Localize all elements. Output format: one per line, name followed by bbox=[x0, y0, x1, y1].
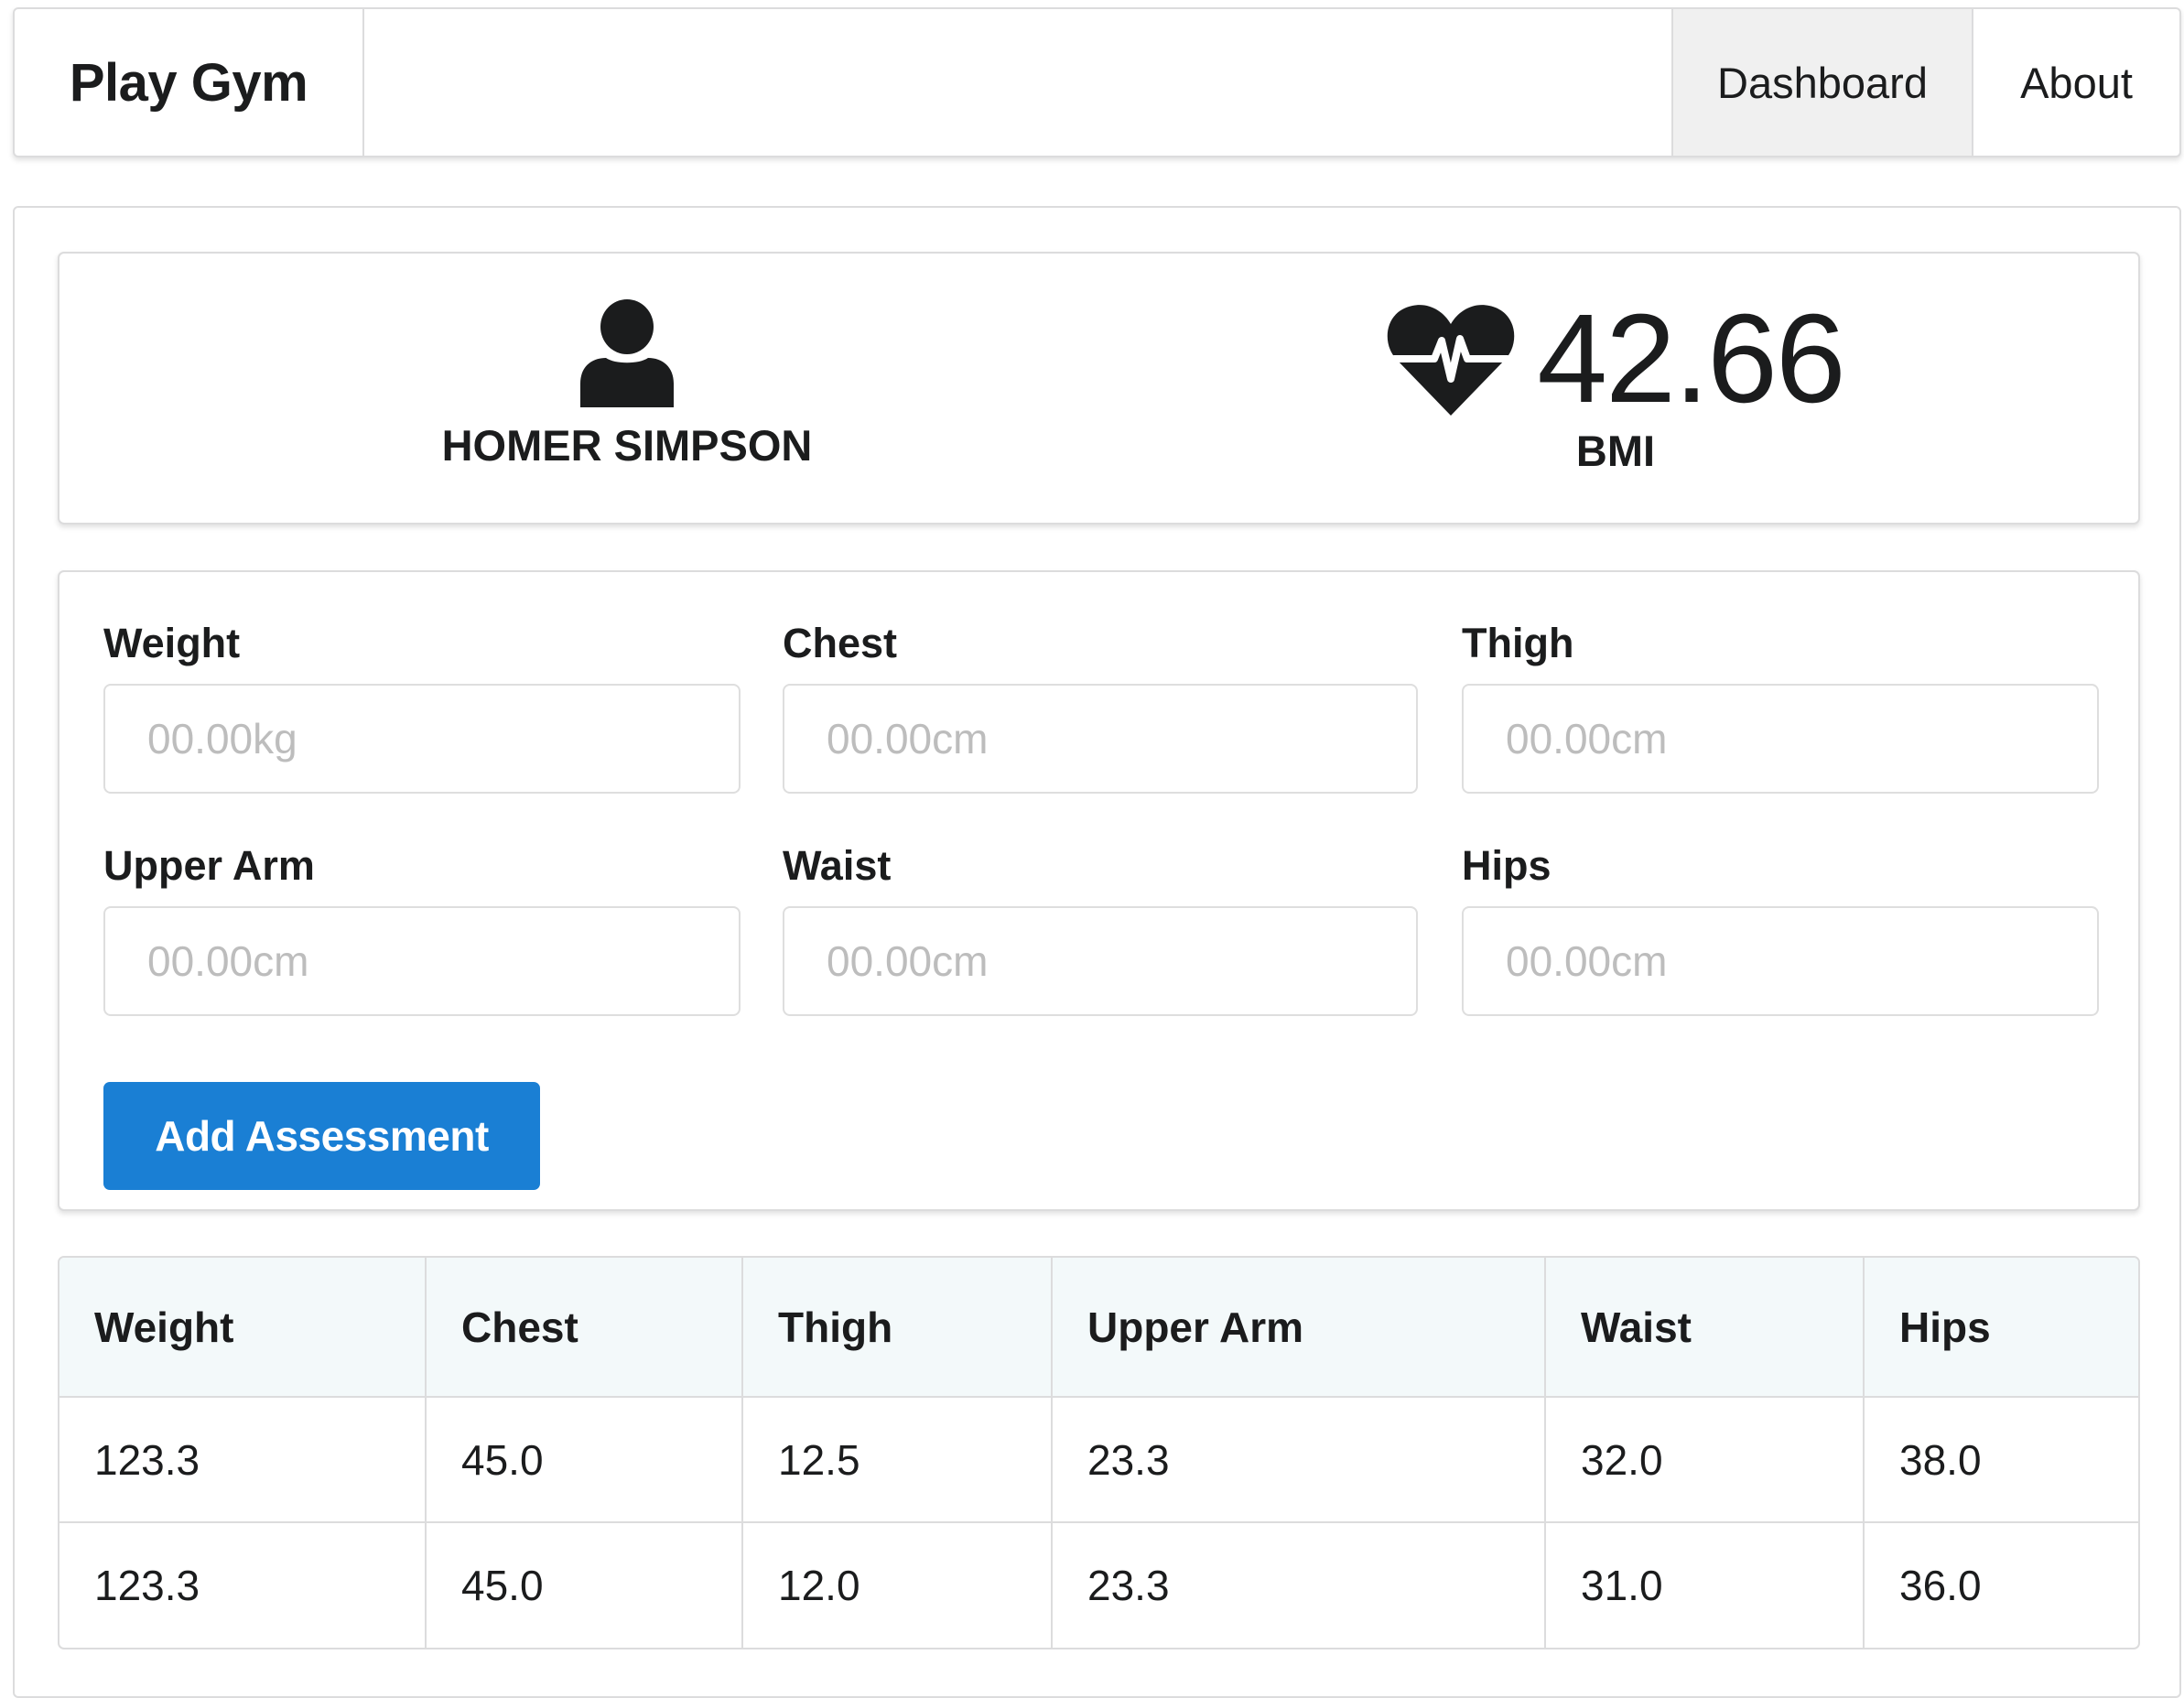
nav-item-dashboard[interactable]: Dashboard bbox=[1671, 9, 1972, 156]
chest-label: Chest bbox=[783, 620, 898, 666]
table-row: 123.3 45.0 12.5 23.3 32.0 38.0 bbox=[59, 1397, 2138, 1522]
table-cell: 12.5 bbox=[741, 1397, 1052, 1522]
column-header-upper-arm: Upper Arm bbox=[1051, 1258, 1545, 1398]
hips-field: Hips bbox=[1462, 833, 2099, 1016]
hips-label: Hips bbox=[1462, 842, 1552, 889]
column-header-thigh: Thigh bbox=[741, 1258, 1052, 1398]
top-menu: Play Gym Dashboard About bbox=[13, 7, 2181, 157]
upper-arm-field: Upper Arm bbox=[103, 833, 741, 1016]
chest-field: Chest bbox=[783, 611, 1418, 794]
table-cell: 123.3 bbox=[59, 1521, 426, 1648]
assessment-table: Weight Chest Thigh Upper Arm Waist Hips … bbox=[59, 1258, 2138, 1648]
thigh-input[interactable] bbox=[1462, 684, 2099, 794]
table-cell: 12.0 bbox=[741, 1521, 1052, 1648]
weight-field: Weight bbox=[103, 611, 741, 794]
nav-item-about[interactable]: About bbox=[1972, 9, 2179, 156]
table-cell: 123.3 bbox=[94, 1435, 200, 1484]
bmi-value: 42.66 bbox=[1537, 288, 1845, 429]
bmi-label: BMI bbox=[1575, 427, 1656, 475]
table-cell: 38.0 bbox=[1863, 1397, 2138, 1522]
menu-spacer bbox=[364, 9, 1671, 156]
upper-arm-label: Upper Arm bbox=[103, 842, 315, 889]
bmi-statistic: 42.66 BMI bbox=[1359, 288, 1872, 476]
brand-logo[interactable]: Play Gym bbox=[15, 9, 364, 156]
column-header-waist: Waist bbox=[1544, 1258, 1864, 1398]
thigh-label: Thigh bbox=[1462, 620, 1574, 666]
table-cell: 23.3 bbox=[1051, 1521, 1545, 1648]
member-summary-card: HOMER SIMPSON 42.66 BMI bbox=[58, 252, 2140, 525]
heartbeat-icon bbox=[1388, 305, 1515, 416]
main-segment: HOMER SIMPSON 42.66 BMI Weight Chest Thi… bbox=[13, 206, 2181, 1698]
add-assessment-form: Weight Chest Thigh Upper Arm Waist Hips … bbox=[58, 570, 2140, 1211]
table-cell: 31.0 bbox=[1544, 1521, 1864, 1648]
column-header-hips: Hips bbox=[1863, 1258, 2138, 1398]
table-cell: 45.0 bbox=[425, 1521, 742, 1648]
assessment-table-card: Weight Chest Thigh Upper Arm Waist Hips … bbox=[58, 1256, 2140, 1649]
table-cell: 36.0 bbox=[1863, 1521, 2138, 1648]
table-header-row: Weight Chest Thigh Upper Arm Waist Hips bbox=[59, 1258, 2138, 1398]
table-row: 123.3 45.0 12.0 23.3 31.0 36.0 bbox=[59, 1521, 2138, 1648]
user-icon bbox=[580, 299, 674, 407]
table-cell: 45.0 bbox=[425, 1397, 742, 1522]
chest-input[interactable] bbox=[783, 684, 1418, 794]
thigh-field: Thigh bbox=[1462, 611, 2099, 794]
member-name: HOMER SIMPSON bbox=[441, 421, 813, 470]
bmi-value-row: 42.66 bbox=[1387, 288, 1846, 429]
waist-input[interactable] bbox=[783, 906, 1418, 1016]
weight-label: Weight bbox=[103, 620, 241, 666]
table-cell: 23.3 bbox=[1051, 1397, 1545, 1522]
waist-label: Waist bbox=[783, 842, 892, 889]
weight-input[interactable] bbox=[103, 684, 741, 794]
column-header-chest: Chest bbox=[425, 1258, 742, 1398]
member-info: HOMER SIMPSON bbox=[426, 299, 828, 470]
column-header-weight: Weight bbox=[59, 1258, 426, 1398]
add-assessment-button[interactable]: Add Assessment bbox=[103, 1082, 540, 1190]
upper-arm-input[interactable] bbox=[103, 906, 741, 1016]
hips-input[interactable] bbox=[1462, 906, 2099, 1016]
table-cell: 32.0 bbox=[1544, 1397, 1864, 1522]
waist-field: Waist bbox=[783, 833, 1418, 1016]
